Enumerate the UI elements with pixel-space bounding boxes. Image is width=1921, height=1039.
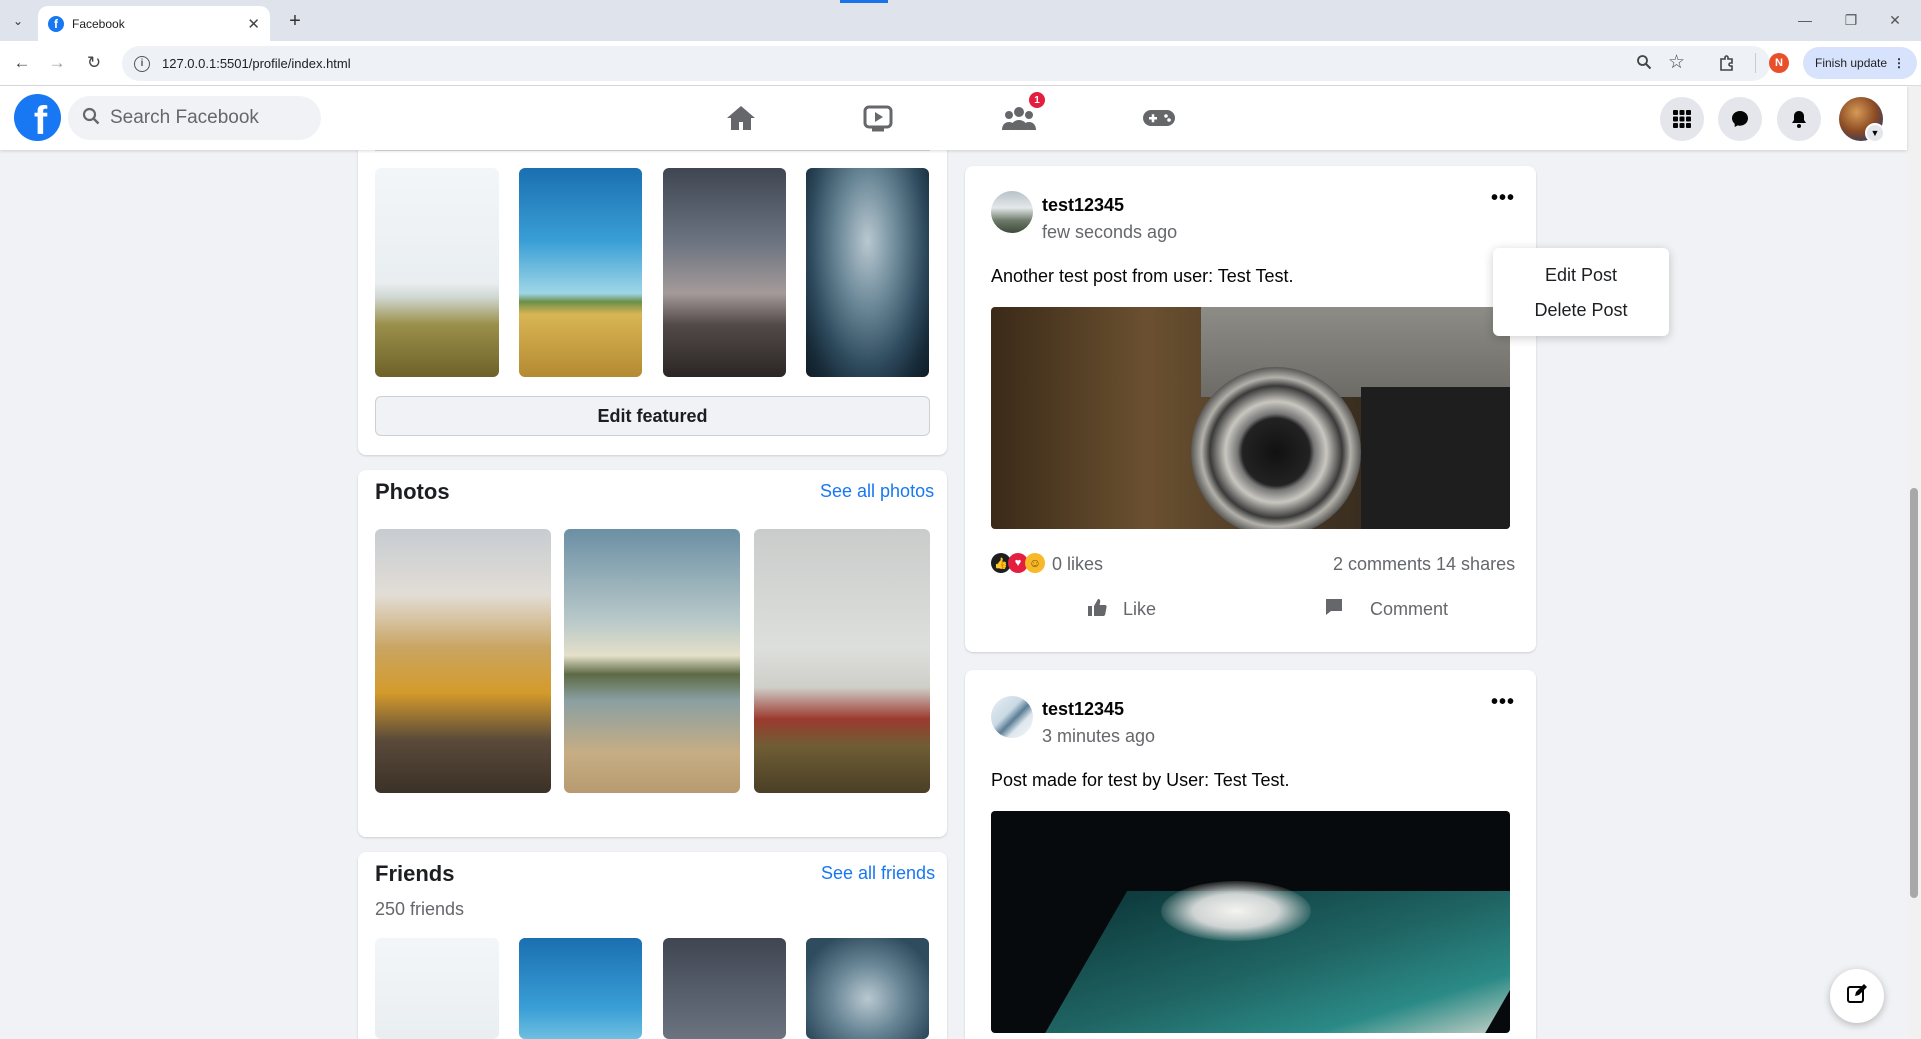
friend-photo[interactable] (806, 938, 929, 1039)
post-image[interactable] (991, 811, 1510, 1033)
edit-post-menu-item[interactable]: Edit Post (1493, 265, 1669, 286)
post-timestamp: 3 minutes ago (1042, 726, 1156, 746)
like-label: Like (1123, 599, 1157, 619)
facebook-logo-icon[interactable]: f (14, 94, 61, 141)
bell-icon[interactable] (1777, 97, 1821, 141)
post-timestamp: few seconds ago (1042, 222, 1178, 242)
zoom-icon[interactable] (1636, 54, 1652, 75)
comment-icon (1324, 597, 1344, 622)
search-icon (82, 107, 100, 130)
post-author-avatar[interactable] (991, 191, 1033, 233)
like-button[interactable]: Like (1087, 597, 1156, 622)
haha-reaction-icon: ☺ (1025, 553, 1045, 573)
messenger-icon[interactable] (1718, 97, 1762, 141)
profile-photo[interactable] (564, 529, 740, 793)
friends-title: Friends (375, 861, 455, 886)
see-all-friends-link[interactable]: See all friends (821, 863, 935, 884)
post-author-name[interactable]: test12345 (1042, 699, 1124, 720)
toolbar-divider (1755, 53, 1756, 73)
home-icon[interactable] (711, 96, 771, 140)
post-text: Another test post from user: Test Test. (991, 266, 1294, 286)
edit-featured-button[interactable]: Edit featured (375, 396, 930, 436)
reaction-icons[interactable]: 👍 ♥ ☺ (991, 553, 1045, 573)
menu-grid-icon[interactable] (1660, 97, 1704, 141)
thumbs-up-icon (1087, 597, 1107, 622)
more-vert-icon: ⋮ (1893, 56, 1906, 70)
reload-icon[interactable]: ↻ (80, 49, 108, 77)
chevron-down-icon[interactable]: ▼ (1865, 123, 1885, 143)
post-author-avatar[interactable] (991, 696, 1033, 738)
edit-icon (1846, 983, 1868, 1010)
post-author-name[interactable]: test12345 (1042, 195, 1124, 216)
address-bar[interactable]: i 127.0.0.1:5501/profile/index.html (122, 46, 1770, 81)
browser-tab[interactable]: f Facebook ✕ (38, 6, 270, 41)
finish-update-button[interactable]: Finish update ⋮ (1803, 47, 1917, 79)
friend-photo[interactable] (375, 938, 499, 1039)
profile-photo[interactable] (375, 529, 551, 793)
post-image[interactable] (991, 307, 1510, 529)
extensions-icon[interactable] (1716, 52, 1738, 74)
post-options-icon[interactable]: ••• (1491, 187, 1515, 210)
comment-label: Comment (1370, 599, 1449, 619)
likes-count[interactable]: 0 likes (1052, 554, 1103, 575)
browser-toolbar: ← → ↻ i 127.0.0.1:5501/profile/index.htm… (0, 41, 1921, 86)
post-options-menu: Edit Post Delete Post (1493, 248, 1669, 336)
profile-photo[interactable] (754, 529, 930, 793)
minimize-icon[interactable]: — (1790, 8, 1820, 32)
address-url[interactable]: 127.0.0.1:5501/profile/index.html (162, 56, 351, 71)
tab-search-icon[interactable]: ⌄ (6, 9, 30, 33)
browser-profile-avatar[interactable]: N (1769, 53, 1789, 73)
facebook-favicon-icon: f (48, 15, 64, 32)
post-options-icon[interactable]: ••• (1491, 691, 1515, 714)
photos-title: Photos (375, 479, 450, 504)
friends-count: 250 friends (375, 899, 465, 919)
friend-photo[interactable] (519, 938, 642, 1039)
tab-loading-indicator (840, 0, 888, 3)
featured-photo[interactable] (663, 168, 786, 377)
featured-divider (375, 150, 930, 151)
comment-button[interactable]: Comment (1324, 597, 1448, 622)
facebook-header: f 1 ▼ (0, 86, 1907, 150)
page-scrollbar-thumb[interactable] (1910, 488, 1918, 898)
comments-shares-count[interactable]: 2 comments 14 shares (1333, 554, 1515, 575)
post-text: Post made for test by User: Test Test. (991, 770, 1290, 790)
close-window-icon[interactable]: ✕ (1880, 8, 1910, 32)
tab-title: Facebook (72, 16, 125, 31)
see-all-photos-link[interactable]: See all photos (820, 481, 934, 502)
search-input[interactable] (110, 107, 310, 129)
back-icon[interactable]: ← (8, 49, 36, 77)
featured-photo[interactable] (375, 168, 499, 377)
bookmark-star-icon[interactable]: ☆ (1668, 51, 1685, 74)
friend-photo[interactable] (663, 938, 786, 1039)
forward-icon[interactable]: → (43, 49, 71, 77)
close-tab-icon[interactable]: ✕ (247, 15, 260, 33)
new-tab-icon[interactable]: + (282, 8, 308, 34)
finish-update-label: Finish update (1815, 56, 1888, 70)
gaming-icon[interactable] (1129, 96, 1189, 140)
watch-icon[interactable] (848, 96, 908, 140)
compose-message-button[interactable] (1830, 969, 1884, 1023)
site-info-icon[interactable]: i (134, 55, 150, 72)
featured-photo[interactable] (519, 168, 642, 377)
search-box[interactable] (68, 96, 321, 140)
featured-photo[interactable] (806, 168, 929, 377)
restore-icon[interactable]: ❐ (1836, 8, 1866, 32)
friends-notification-badge: 1 (1029, 92, 1045, 108)
delete-post-menu-item[interactable]: Delete Post (1493, 300, 1669, 321)
